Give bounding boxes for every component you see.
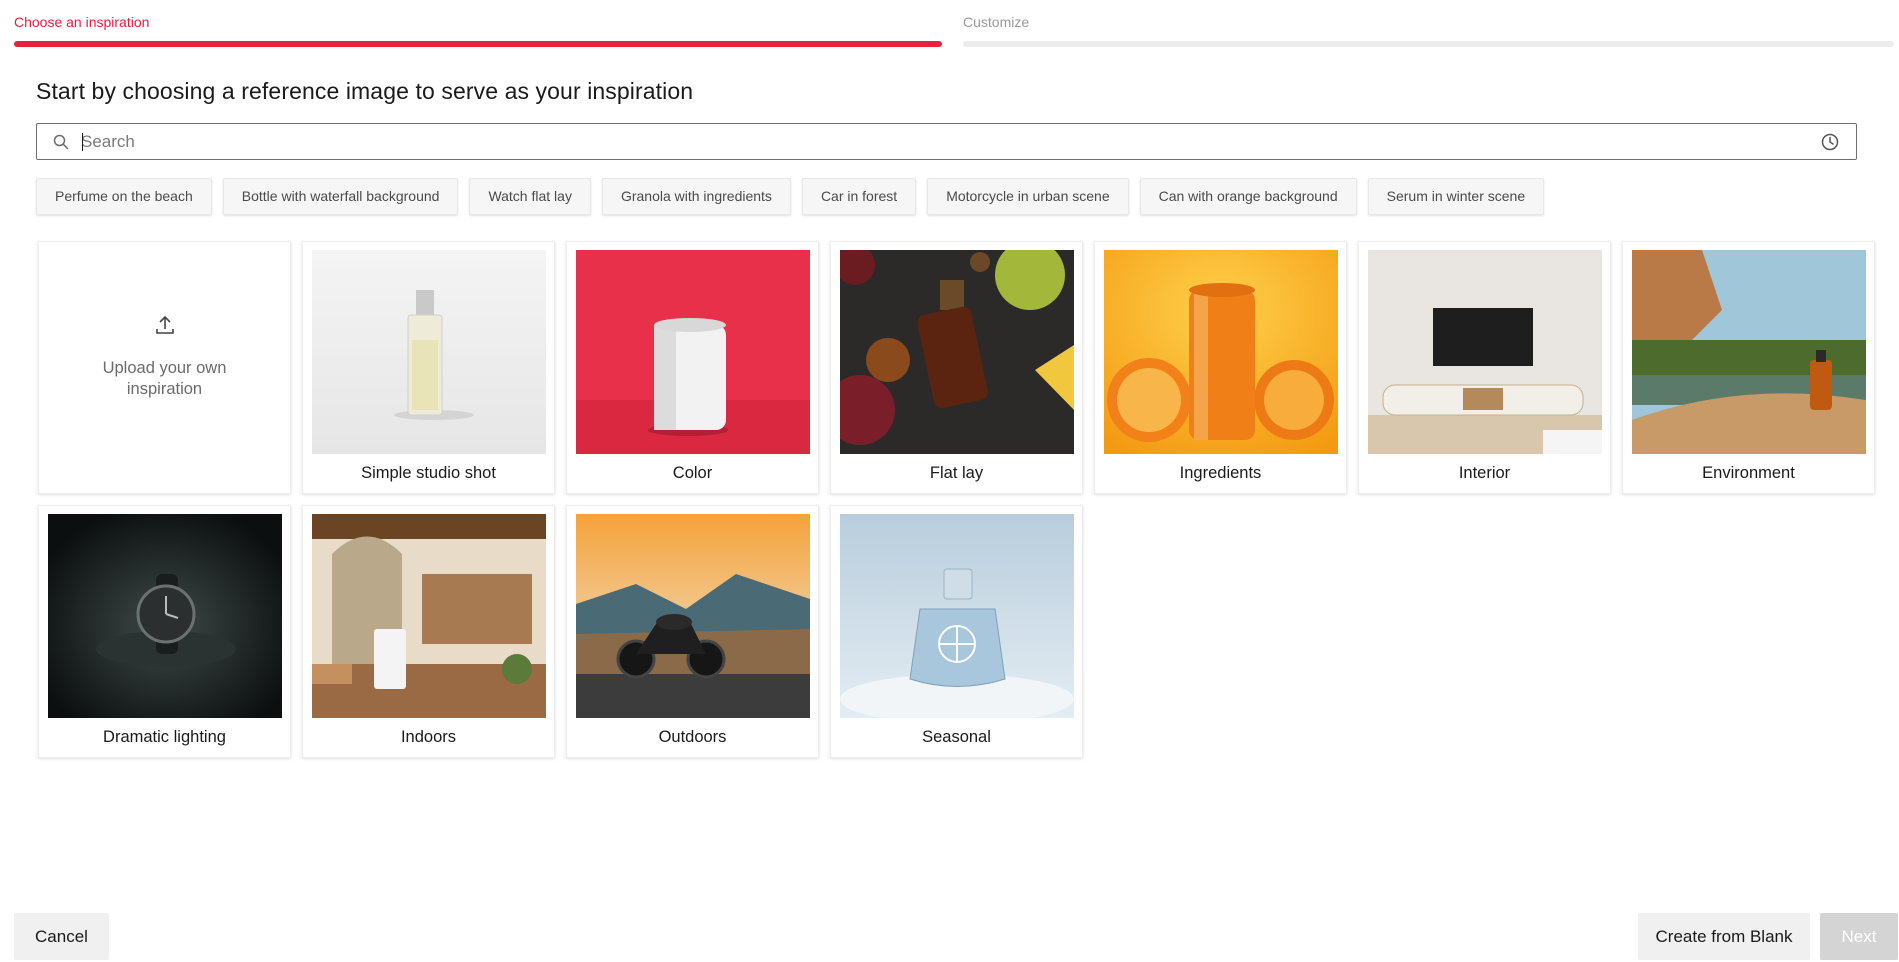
search-box[interactable]: [36, 123, 1857, 160]
upload-inspiration-card[interactable]: Upload your own inspiration: [38, 241, 291, 494]
tv-room-image: [1368, 250, 1602, 454]
perfume-snow-image: [840, 514, 1074, 718]
suggestion-chip[interactable]: Bottle with waterfall background: [222, 178, 459, 215]
bottle-flat-lay-image: [840, 250, 1074, 454]
suggestion-chip[interactable]: Car in forest: [801, 178, 917, 215]
card-label: Outdoors: [658, 728, 727, 746]
cancel-button[interactable]: Cancel: [14, 913, 109, 960]
step-choose-inspiration: Choose an inspiration: [14, 14, 942, 47]
inspiration-card[interactable]: Color: [566, 241, 819, 494]
inspiration-card[interactable]: Flat lay: [830, 241, 1083, 494]
page-title: Start by choosing a reference image to s…: [36, 78, 694, 104]
card-label: Simple studio shot: [361, 464, 496, 482]
suggestion-chips: Perfume on the beach Bottle with waterfa…: [36, 178, 1545, 215]
inspiration-grid: Upload your own inspiration Simple studi…: [38, 241, 1875, 758]
card-label: Environment: [1702, 464, 1795, 482]
step-customize: Customize: [963, 14, 1894, 47]
card-label: Interior: [1458, 464, 1511, 482]
upload-icon: [155, 315, 174, 334]
text-cursor: [82, 133, 83, 151]
inspiration-card[interactable]: Environment: [1622, 241, 1875, 494]
inspiration-card[interactable]: Seasonal: [830, 505, 1083, 758]
perfume-bottle-image: [312, 250, 546, 454]
upload-label: Upload your own inspiration: [102, 358, 227, 398]
suggestion-chip[interactable]: Can with orange background: [1139, 178, 1357, 215]
card-label: Indoors: [400, 728, 457, 746]
motorcycle-image: [576, 514, 810, 718]
suggestion-chip[interactable]: Serum in winter scene: [1367, 178, 1545, 215]
card-label: Flat lay: [929, 464, 984, 482]
inspiration-card[interactable]: Ingredients: [1094, 241, 1347, 494]
next-button[interactable]: Next: [1820, 913, 1898, 960]
orange-can-image: [1104, 250, 1338, 454]
suggestion-chip[interactable]: Motorcycle in urban scene: [927, 178, 1129, 215]
search-icon: [53, 134, 69, 150]
inspiration-card[interactable]: Simple studio shot: [302, 241, 555, 494]
step-progress-bar: [14, 41, 942, 47]
inspiration-card[interactable]: Dramatic lighting: [38, 505, 291, 758]
inspiration-card[interactable]: Outdoors: [566, 505, 819, 758]
indoor-room-image: [312, 514, 546, 718]
card-label: Color: [672, 464, 713, 482]
clock-history-icon[interactable]: [1820, 132, 1840, 152]
step-progress-bar: [963, 41, 1894, 47]
inspiration-card[interactable]: Indoors: [302, 505, 555, 758]
progress-stepper: Choose an inspiration Customize: [14, 0, 1894, 48]
card-label: Ingredients: [1179, 464, 1262, 482]
white-can-image: [576, 250, 810, 454]
suggestion-chip[interactable]: Granola with ingredients: [601, 178, 791, 215]
card-label: Dramatic lighting: [103, 728, 226, 746]
watch-spotlight-image: [48, 514, 282, 718]
suggestion-chip[interactable]: Watch flat lay: [469, 178, 591, 215]
desert-oasis-image: [1632, 250, 1866, 454]
search-input[interactable]: [81, 125, 1781, 158]
suggestion-chip[interactable]: Perfume on the beach: [36, 178, 212, 215]
create-from-blank-button[interactable]: Create from Blank: [1638, 913, 1810, 960]
inspiration-card[interactable]: Interior: [1358, 241, 1611, 494]
step-label: Choose an inspiration: [14, 14, 150, 30]
step-label: Customize: [963, 14, 1030, 30]
card-label: Seasonal: [922, 728, 991, 746]
